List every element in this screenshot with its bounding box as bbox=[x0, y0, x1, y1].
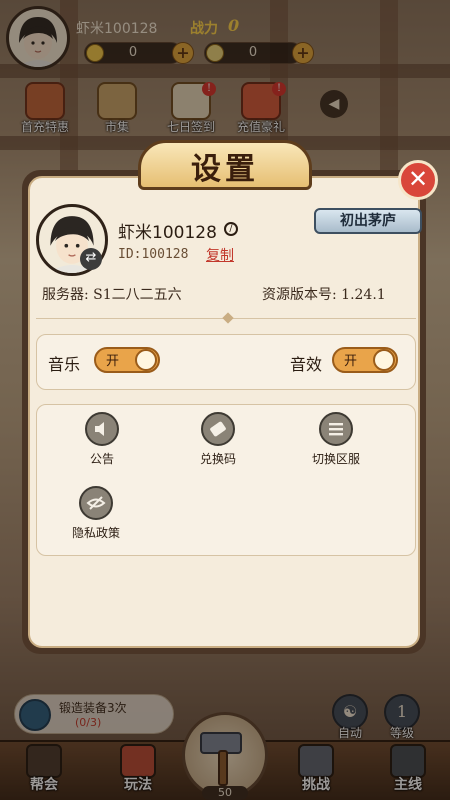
toggle-knob bbox=[135, 349, 157, 371]
speaker-icon bbox=[85, 412, 119, 446]
close-button[interactable]: ✕ bbox=[398, 160, 438, 200]
copy-id-link[interactable]: 复制 bbox=[206, 245, 234, 265]
edit-name-icon[interactable]: / bbox=[224, 222, 238, 236]
notice-button[interactable]: 公告 bbox=[62, 412, 142, 467]
close-icon: ✕ bbox=[407, 165, 429, 193]
list-icon bbox=[319, 412, 353, 446]
music-label: 音乐 bbox=[48, 355, 81, 374]
notice-label: 公告 bbox=[89, 452, 114, 466]
dialog-title: 设置 bbox=[191, 152, 259, 187]
switch-server-label: 切换区服 bbox=[311, 452, 360, 466]
eye-off-icon bbox=[79, 486, 113, 520]
profile-name: 虾米100128 bbox=[118, 223, 217, 243]
version-label: 资源版本号: 1.24.1 bbox=[262, 287, 386, 303]
swap-avatar-icon[interactable]: ⇄ bbox=[80, 248, 102, 270]
sfx-label: 音效 bbox=[290, 355, 323, 374]
music-toggle-state: 开 bbox=[106, 354, 120, 369]
toggle-knob bbox=[373, 349, 395, 371]
ticket-icon bbox=[201, 412, 235, 446]
profile-id: ID:100128 bbox=[118, 247, 189, 262]
player-title-badge: 初出茅庐 bbox=[314, 208, 422, 234]
privacy-policy-label: 隐私政策 bbox=[71, 526, 120, 540]
redeem-code-label: 兑换码 bbox=[199, 452, 236, 466]
music-toggle[interactable]: 开 bbox=[94, 347, 160, 373]
privacy-policy-button[interactable]: 隐私政策 bbox=[56, 486, 136, 541]
redeem-code-button[interactable]: 兑换码 bbox=[178, 412, 258, 467]
server-label: 服务器: S1二八二五六 bbox=[42, 287, 182, 303]
switch-server-button[interactable]: 切换区服 bbox=[296, 412, 376, 467]
sfx-toggle[interactable]: 开 bbox=[332, 347, 398, 373]
sfx-toggle-state: 开 bbox=[344, 354, 358, 369]
